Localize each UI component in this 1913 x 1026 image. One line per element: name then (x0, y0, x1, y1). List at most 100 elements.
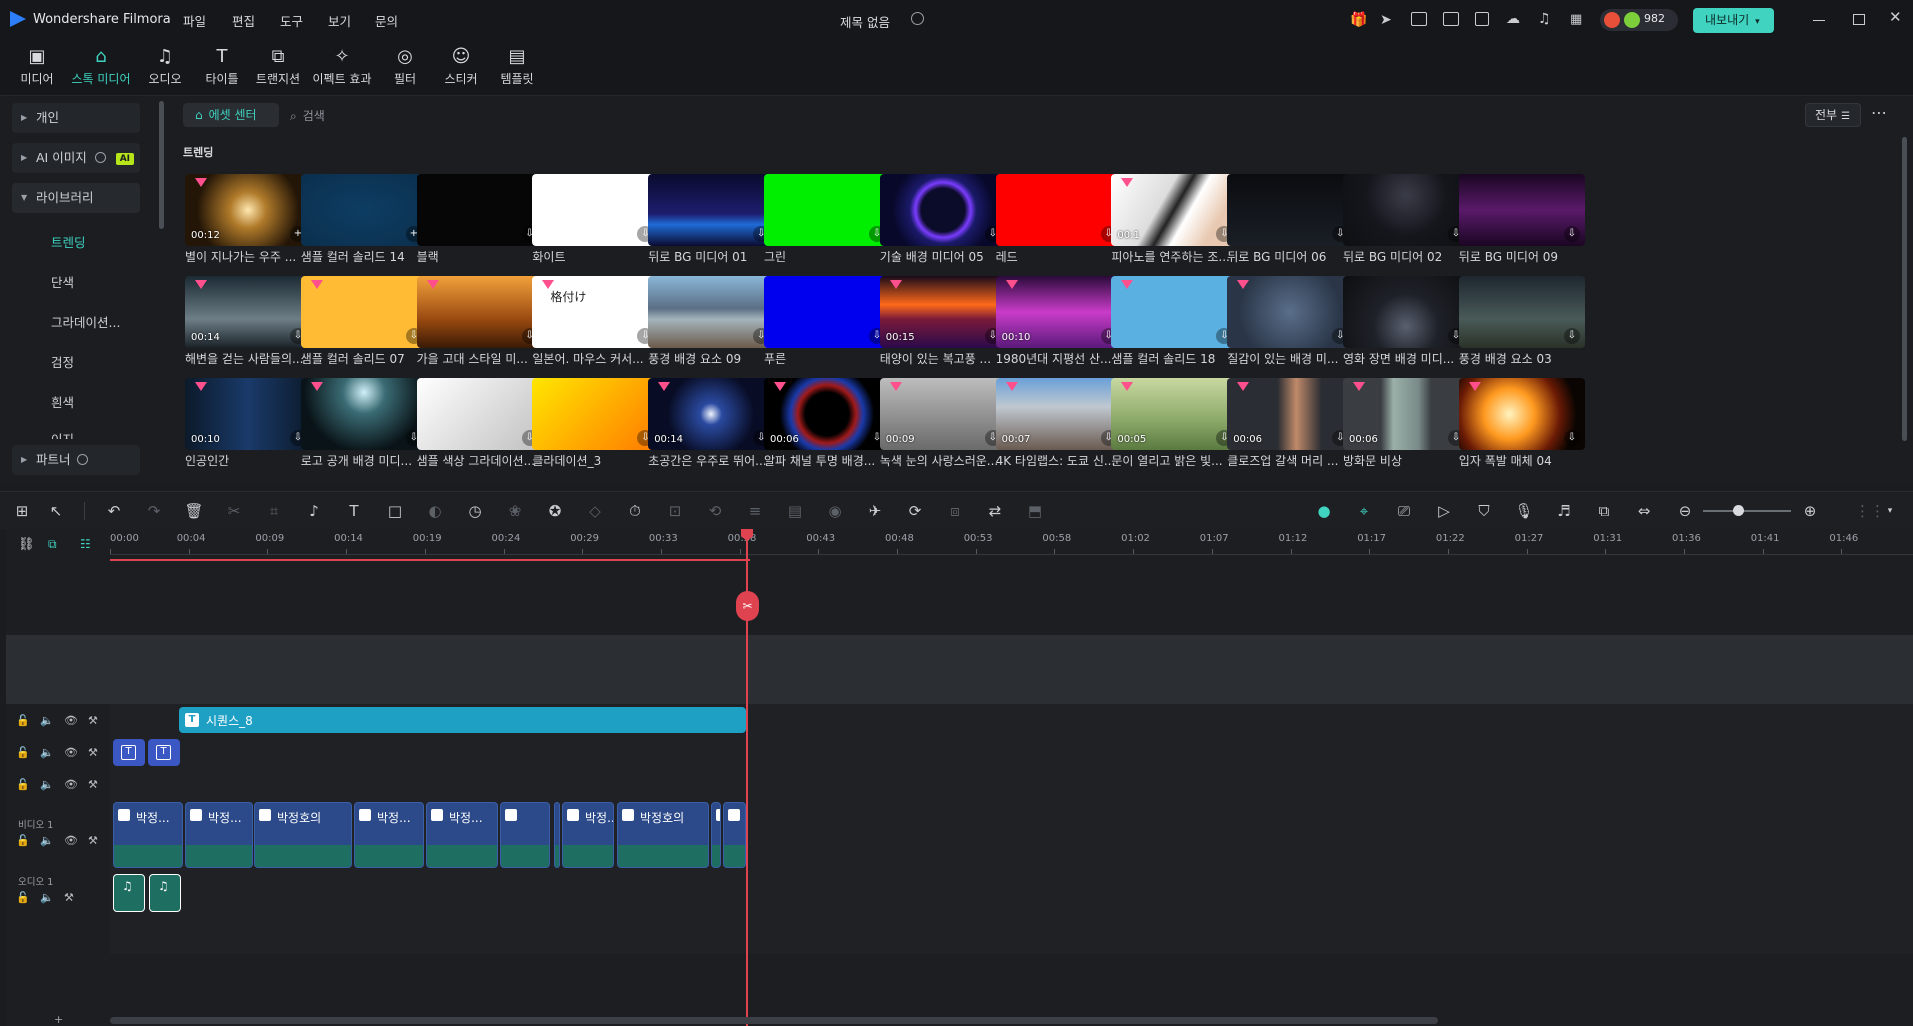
asset-card[interactable]: ⇩ 뒤로 BG 미디어 01 (648, 174, 775, 265)
audio-clip[interactable]: ♫ (149, 874, 181, 912)
asset-card[interactable]: ⇩ 질감이 있는 배경 미... (1227, 276, 1354, 367)
translate-icon[interactable]: ⇄ (985, 501, 1005, 521)
asset-card[interactable]: ⇩ 풍경 배경 요소 09 (648, 276, 775, 367)
undo-icon[interactable]: ↶ (104, 501, 124, 521)
share-icon[interactable]: ➤ (1380, 12, 1392, 28)
asset-thumbnail[interactable]: ⇩ (1458, 174, 1585, 246)
asset-thumbnail[interactable]: 00:05 ⇩ (1111, 378, 1238, 450)
zoom-slider-handle[interactable] (1733, 505, 1744, 516)
lock-icon[interactable]: 🔓 (16, 891, 30, 904)
asset-thumbnail[interactable]: 00:15 ⇩ (879, 276, 1006, 348)
asset-card[interactable]: 00:06 ⇩ 클로즈업 갈색 머리 ... (1227, 378, 1354, 469)
headset-icon[interactable]: ♫ (1538, 11, 1551, 27)
stabilize-icon[interactable]: ⟲ (705, 501, 725, 521)
asset-card[interactable]: 00:14 ⇩ 초공간은 우주로 뛰어... (648, 378, 775, 469)
lock-icon[interactable]: 🔓 (16, 778, 30, 791)
asset-thumbnail[interactable]: 00:1 ⇩ (1111, 174, 1238, 246)
tool-stickers[interactable]: ☺ 스티커 (434, 44, 488, 94)
asset-card[interactable]: 00:05 ⇩ 문이 열리고 밝은 빛... (1111, 378, 1238, 469)
keyframe-icon[interactable]: ◇ (585, 501, 605, 521)
zoom-slider[interactable] (1703, 510, 1791, 512)
video-clip[interactable]: 박정... (113, 802, 183, 868)
credits-badge[interactable]: 982 (1600, 9, 1678, 31)
magnet-icon[interactable]: ⧉ (48, 537, 57, 552)
asset-thumbnail[interactable]: 00:14 ⇩ (185, 276, 311, 348)
asset-thumbnail[interactable]: ⇩ (1343, 174, 1469, 246)
lock-icon[interactable]: 🔓 (16, 834, 30, 847)
layout-icon[interactable] (1443, 12, 1459, 26)
search-input[interactable]: ⌕ 검색 (290, 105, 470, 127)
asset-thumbnail[interactable]: ⇩ (416, 378, 543, 450)
asset-card[interactable]: ⇩ 레드 (995, 174, 1122, 265)
asset-thumbnail[interactable]: ⇩ (1227, 174, 1354, 246)
asset-card[interactable]: ⇩ 풍경 배경 요소 03 (1458, 276, 1585, 367)
audio-edit-icon[interactable]: ♪ (304, 501, 324, 521)
lock-icon[interactable]: 🔓 (16, 746, 30, 759)
replace-icon[interactable]: ⟳ (905, 501, 925, 521)
asset-thumbnail[interactable]: ⇩ (300, 276, 427, 348)
speaker-icon[interactable]: 🔈 (40, 714, 54, 727)
asset-thumbnail[interactable]: ⇩ (764, 276, 890, 348)
export-clip-icon[interactable]: ⬒ (1025, 501, 1045, 521)
asset-card[interactable]: ⇩ 뒤로 BG 미디어 02 (1343, 174, 1469, 265)
sidebar-subitem-solid[interactable]: 단색 (51, 272, 74, 291)
video-clip[interactable]: 박정호의 (254, 802, 352, 868)
magic-icon[interactable]: ⚒ (88, 778, 98, 791)
crop-icon[interactable]: ⌗ (264, 501, 284, 521)
add-track-icon[interactable]: + (54, 1013, 63, 1026)
lock-icon[interactable]: 🔓 (16, 714, 30, 727)
asset-thumbnail[interactable]: 00:06 ⇩ (1227, 378, 1354, 450)
select-cursor-icon[interactable]: ↖ (46, 501, 66, 521)
ai-text-icon[interactable]: ▤ (785, 501, 805, 521)
asset-thumbnail[interactable]: 00:10 ⇩ (995, 276, 1122, 348)
asset-card[interactable]: 00:10 ⇩ 1980년대 지평선 산... (995, 276, 1122, 367)
eye-icon[interactable]: 👁 (64, 714, 78, 727)
asset-card[interactable]: ⇩ 샘플 컬러 솔리드 07 (300, 276, 427, 367)
asset-thumbnail[interactable]: ⇩ (300, 378, 427, 450)
video-clip[interactable]: 박정호의 (617, 802, 709, 868)
eye-icon[interactable]: 👁 (64, 746, 78, 759)
video-clip[interactable] (554, 802, 560, 868)
download-icon[interactable]: ⇩ (1563, 430, 1580, 446)
marker-icon[interactable]: ⛉ (1474, 501, 1494, 521)
asset-card[interactable]: ⇩ 클라데이션_3 (532, 378, 659, 469)
sidebar-subitem-trending[interactable]: 트렌딩 (51, 232, 86, 251)
frame-icon[interactable]: ⊡ (665, 501, 685, 521)
asset-card[interactable]: ⇩ 샘플 컬러 솔리드 18 (1111, 276, 1238, 367)
apps-grid-icon[interactable]: ▦ (1570, 12, 1582, 27)
video-clip[interactable]: 박정... (562, 802, 614, 868)
text-tool-icon[interactable]: T (344, 501, 364, 521)
asset-card[interactable]: ⇩ 화이트 (532, 174, 659, 265)
asset-thumbnail[interactable]: ⇩ (532, 174, 659, 246)
asset-card[interactable]: 00:06 ⇩ 알파 채널 투명 배경... (764, 378, 890, 469)
asset-card[interactable]: ⇩ 그린 (764, 174, 890, 265)
asset-card[interactable]: + 샘플 컬러 솔리드 14 (300, 174, 427, 265)
export-button[interactable]: 내보내기 ▾ (1693, 8, 1774, 33)
snap-icon[interactable]: ⌖ (1354, 501, 1374, 521)
asset-card[interactable]: ⇩ 뒤로 BG 미디어 09 (1458, 174, 1585, 265)
notes-icon[interactable] (1411, 12, 1427, 26)
asset-thumbnail[interactable]: 00:12 + (185, 174, 311, 246)
layout-grid-icon[interactable]: ⊞ (12, 501, 32, 521)
download-icon[interactable]: ⇩ (1563, 328, 1580, 344)
sidebar-subitem-more[interactable]: 이지 (51, 429, 74, 439)
speaker-icon[interactable]: 🔈 (40, 778, 54, 791)
fit-icon[interactable]: ⇔ (1634, 501, 1654, 521)
magic-icon[interactable]: ⚒ (64, 891, 74, 904)
tool-templates[interactable]: ▤ 템플릿 (490, 44, 544, 94)
menu-tools[interactable]: 도구 (280, 11, 303, 30)
asset-thumbnail[interactable]: 00:06 ⇩ (1343, 378, 1469, 450)
audio-mix-icon[interactable]: ♬ (1554, 501, 1574, 521)
sidebar-item-ai-image[interactable]: ▶ AI 이미지 AI (12, 143, 140, 173)
asset-card[interactable]: ⇩ 입자 폭발 매체 04 (1458, 378, 1585, 469)
asset-card[interactable]: ⇩ 기술 배경 미디어 05 (879, 174, 1006, 265)
zoom-out-icon[interactable]: ⊖ (1675, 501, 1695, 521)
asset-thumbnail[interactable]: 00:07 ⇩ (995, 378, 1122, 450)
video-clip[interactable]: 박정... (354, 802, 424, 868)
motion-icon[interactable]: ✈ (865, 501, 885, 521)
tool-effects[interactable]: ✧ 이펙트 효과 (308, 44, 376, 94)
chevron-down-icon[interactable]: ▾ (1880, 501, 1900, 521)
speed-icon[interactable]: ◷ (465, 501, 485, 521)
audio-clip[interactable]: ♫ (113, 874, 145, 912)
minimize-icon[interactable] (1813, 20, 1825, 21)
